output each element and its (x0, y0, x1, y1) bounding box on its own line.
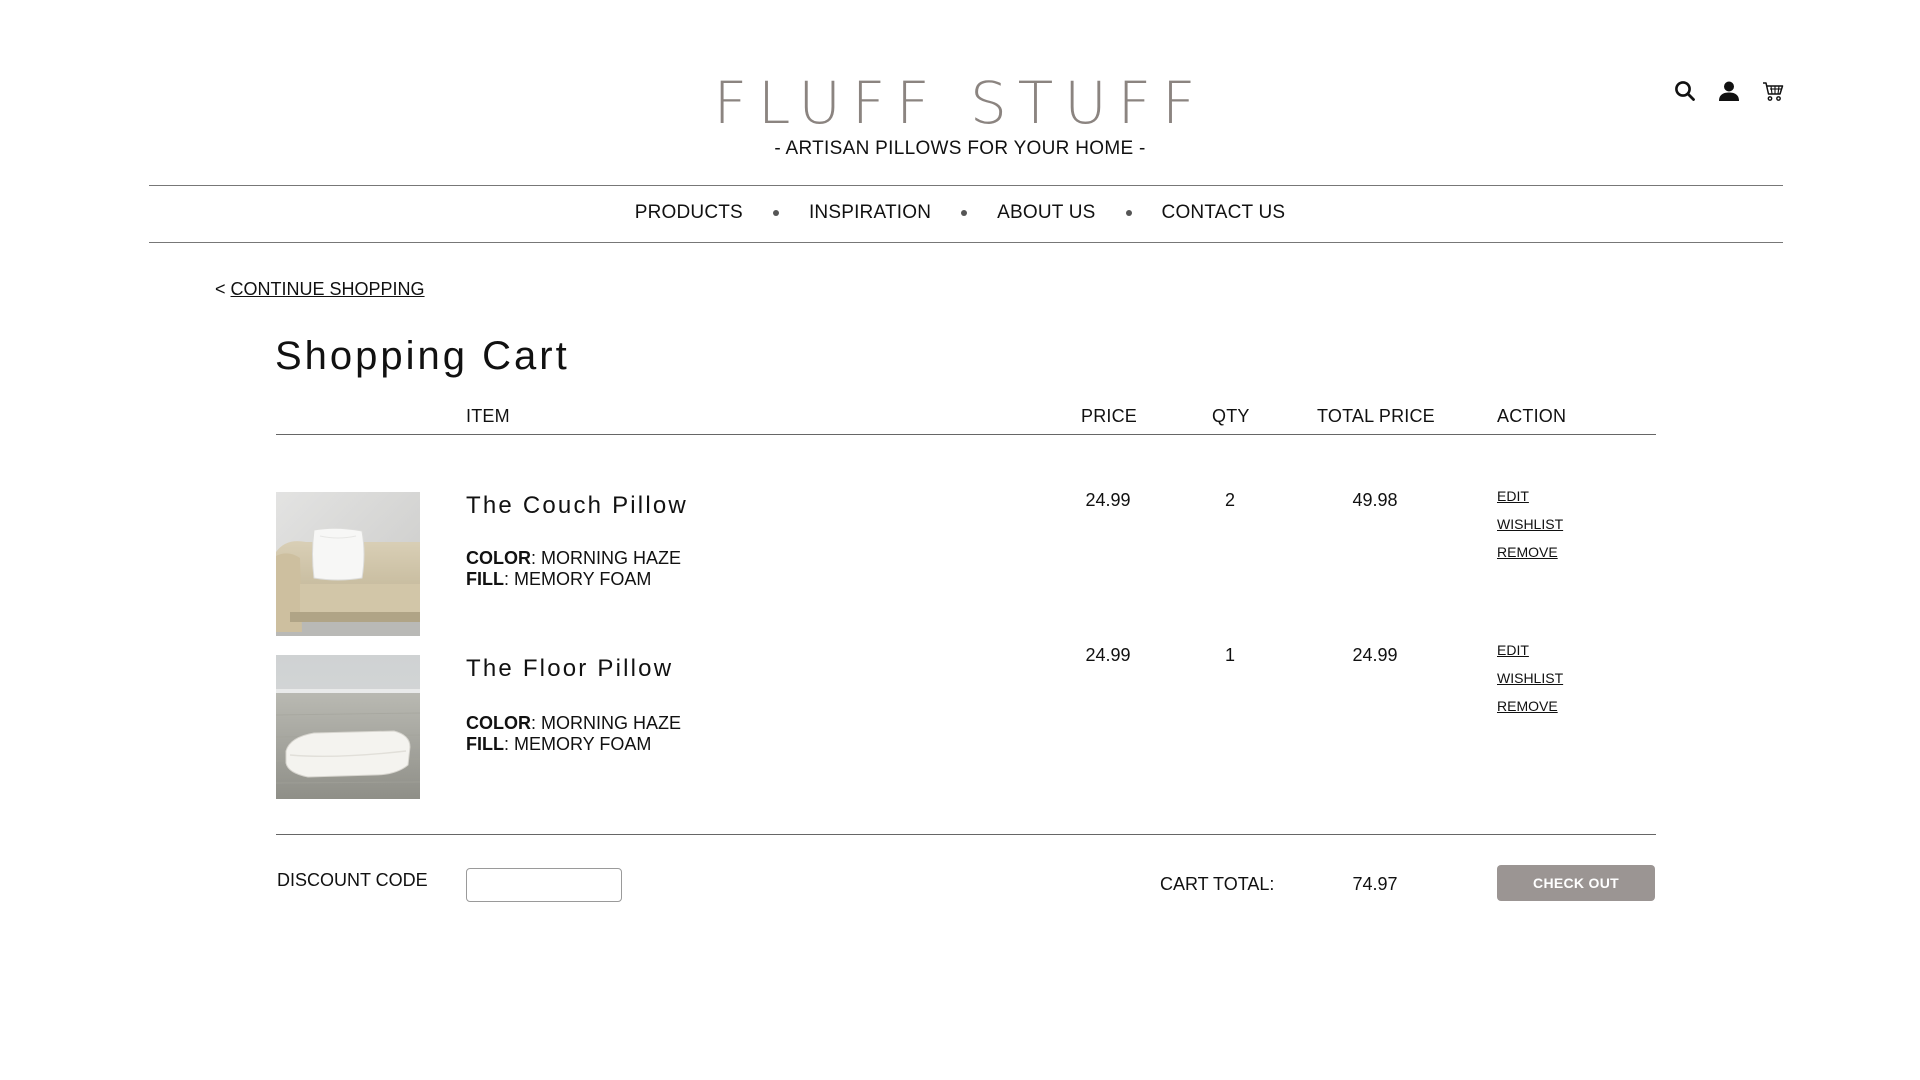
nav-item-products[interactable]: PRODUCTS (635, 202, 743, 224)
nav-item-contact-us[interactable]: CONTACT US (1162, 202, 1286, 224)
column-header-item: ITEM (466, 406, 510, 426)
item-total-price: 24.99 (1352, 645, 1398, 665)
table-header-divider (276, 434, 1656, 435)
item-color-value: : MORNING HAZE (531, 713, 682, 733)
wishlist-link[interactable]: WISHLIST (1497, 670, 1563, 686)
cart-icon[interactable] (1762, 80, 1784, 102)
page: FLUFF STUFF - ARTISAN PILLOWS FOR YOUR H… (0, 0, 1920, 1080)
item-fill-value: : MEMORY FOAM (504, 569, 652, 589)
nav-separator (772, 210, 779, 216)
brand-tagline: - ARTISAN PILLOWS FOR YOUR HOME - (774, 138, 1146, 159)
page-title: Shopping Cart (275, 334, 570, 378)
edit-link[interactable]: EDIT (1497, 488, 1529, 504)
nav-item-about-us[interactable]: ABOUT US (997, 202, 1095, 224)
item-price: 24.99 (1085, 645, 1131, 665)
item-qty[interactable]: 1 (1205, 645, 1255, 666)
item-price: 24.99 (1085, 490, 1131, 510)
nav-separator (1125, 210, 1132, 216)
item-qty[interactable]: 2 (1205, 490, 1255, 511)
brand-logo[interactable]: FLUFF STUFF (714, 68, 1207, 138)
column-header-total-price: TOTAL PRICE (1317, 406, 1435, 426)
checkout-button[interactable]: CHECK OUT (1497, 865, 1655, 901)
item-name[interactable]: The Floor Pillow (466, 655, 673, 683)
item-name[interactable]: The Couch Pillow (466, 492, 688, 520)
item-color-value: : MORNING HAZE (531, 548, 682, 568)
discount-code-input[interactable] (466, 868, 622, 902)
product-image-floor-pillow[interactable] (276, 655, 420, 799)
user-icon[interactable] (1718, 80, 1740, 102)
brand-header: FLUFF STUFF (0, 68, 1920, 138)
item-fill: FILL: MEMORY FOAM (466, 569, 651, 590)
column-header-action: ACTION (1497, 406, 1567, 426)
discount-code-label: DISCOUNT CODE (277, 870, 428, 890)
nav-item-inspiration[interactable]: INSPIRATION (809, 202, 931, 224)
search-icon[interactable] (1674, 80, 1696, 102)
edit-link[interactable]: EDIT (1497, 642, 1529, 658)
continue-shopping: < CONTINUE SHOPPING (215, 279, 425, 300)
continue-shopping-link[interactable]: CONTINUE SHOPPING (231, 279, 425, 299)
item-fill: FILL: MEMORY FOAM (466, 734, 651, 755)
item-fill-label: FILL (466, 569, 504, 589)
table-footer-divider (276, 834, 1656, 835)
nav-separator (961, 210, 968, 216)
main-nav: PRODUCTS INSPIRATION ABOUT US CONTACT US (0, 185, 1920, 241)
item-fill-label: FILL (466, 734, 504, 754)
cart-total-value: 74.97 (1352, 874, 1398, 894)
item-color: COLOR: MORNING HAZE (466, 713, 681, 734)
item-color-label: COLOR (466, 548, 531, 568)
nav-bottom-divider (149, 242, 1783, 243)
item-color: COLOR: MORNING HAZE (466, 548, 681, 569)
header-icons (1674, 80, 1784, 102)
item-total-price: 49.98 (1352, 490, 1398, 510)
wishlist-link[interactable]: WISHLIST (1497, 516, 1563, 532)
item-color-label: COLOR (466, 713, 531, 733)
product-image-couch-pillow[interactable] (276, 492, 420, 636)
column-header-price: PRICE (1081, 406, 1138, 426)
remove-link[interactable]: REMOVE (1497, 544, 1558, 560)
cart-total-label: CART TOTAL: (1160, 874, 1275, 894)
remove-link[interactable]: REMOVE (1497, 698, 1558, 714)
column-header-qty: QTY (1212, 406, 1250, 426)
item-fill-value: : MEMORY FOAM (504, 734, 652, 754)
back-chevron-icon: < (215, 279, 226, 299)
